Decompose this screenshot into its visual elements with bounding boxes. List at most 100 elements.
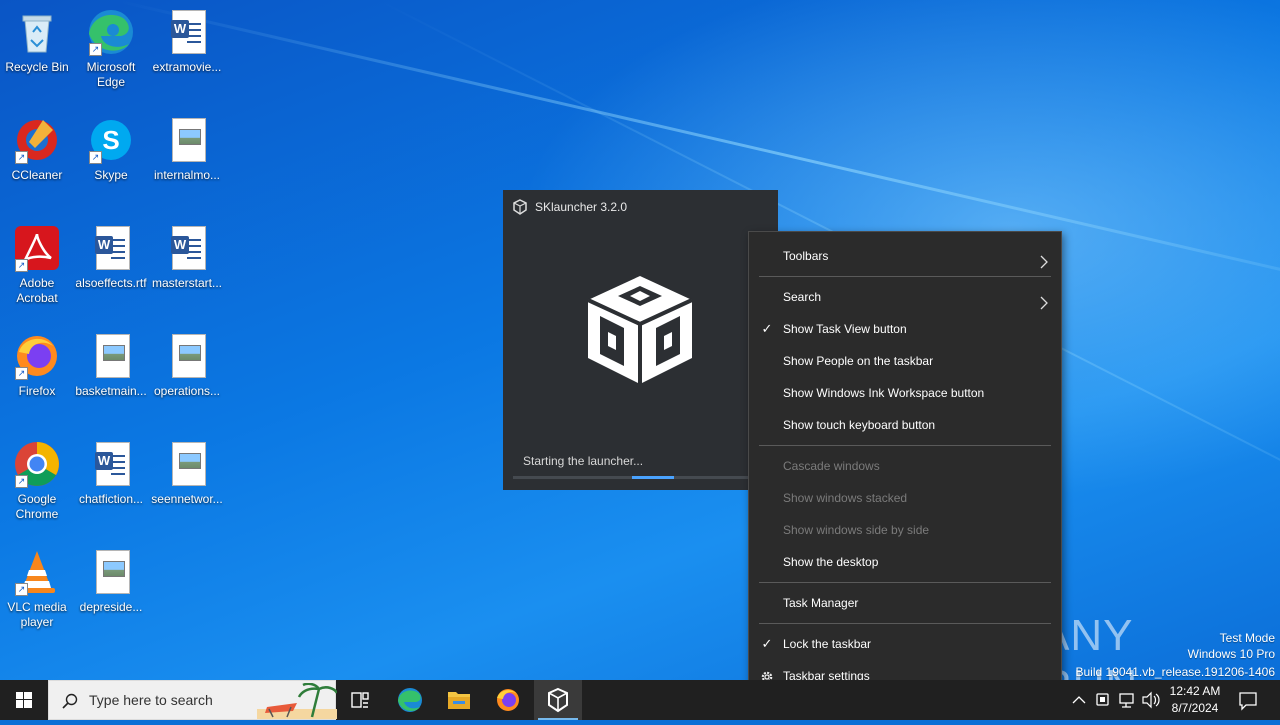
skype-icon: S ↗ — [87, 116, 135, 164]
taskbar-search-box[interactable]: Type here to search — [48, 680, 337, 720]
desktop-icon-extramovie[interactable]: W extramovie... — [150, 8, 224, 75]
menu-item-show-touch-keyboard[interactable]: Show touch keyboard button — [749, 409, 1061, 441]
taskbar-context-menu: Toolbars Search ✓ Show Task View button … — [748, 231, 1062, 703]
desktop-icon-vlc[interactable]: ↗ VLC media player — [0, 548, 74, 630]
desktop-icon-label: Firefox — [18, 384, 56, 398]
menu-item-task-manager[interactable]: Task Manager — [749, 587, 1061, 619]
menu-separator — [759, 445, 1051, 446]
desktop-icon-chatfiction[interactable]: W chatfiction... — [74, 440, 148, 507]
recycle-bin-icon — [13, 8, 61, 56]
word-document-icon: W — [87, 224, 135, 272]
word-document-icon: W — [163, 8, 211, 56]
menu-item-toolbars[interactable]: Toolbars — [749, 240, 1061, 272]
taskbar-edge-button[interactable] — [386, 680, 434, 720]
desktop-icon-depreside[interactable]: depreside... — [74, 548, 148, 615]
menu-item-label: Task Manager — [783, 596, 859, 610]
sklauncher-title: SKlauncher 3.2.0 — [535, 200, 628, 214]
notification-icon — [1239, 692, 1257, 711]
desktop-icon-internalmo[interactable]: internalmo... — [150, 116, 224, 183]
volume-icon — [1142, 691, 1160, 709]
sklauncher-status-text: Starting the launcher... — [523, 454, 644, 468]
desktop-icon-label: extramovie... — [152, 60, 222, 74]
desktop-icon-label: chatfiction... — [78, 492, 144, 506]
menu-separator — [759, 276, 1051, 277]
menu-item-show-windows-side-by-side: Show windows side by side — [749, 514, 1061, 546]
desktop-icon-label: Recycle Bin — [5, 60, 69, 74]
tray-network-button[interactable] — [1116, 680, 1138, 720]
desktop-icon-basketmain[interactable]: basketmain... — [74, 332, 148, 399]
desktop-icon-label: internalmo... — [153, 168, 221, 182]
desktop-icon-label: depreside... — [79, 600, 143, 614]
menu-separator — [759, 582, 1051, 583]
clock-date: 8/7/2024 — [1171, 701, 1219, 715]
menu-item-show-people[interactable]: Show People on the taskbar — [749, 345, 1061, 377]
desktop-icon-microsoft-edge[interactable]: ↗ Microsoft Edge — [74, 8, 148, 90]
taskbar-sklauncher-button[interactable] — [534, 680, 582, 720]
image-file-icon — [87, 548, 135, 596]
clock-time: 12:42 AM — [1169, 684, 1221, 698]
shortcut-arrow-icon: ↗ — [15, 151, 28, 164]
shortcut-arrow-icon: ↗ — [89, 43, 102, 56]
windows-edition-text: Windows 10 Pro — [1187, 647, 1275, 661]
desktop-icon-skype[interactable]: S ↗ Skype — [74, 116, 148, 183]
svg-text:S: S — [102, 125, 119, 155]
checkmark-icon: ✓ — [761, 636, 773, 651]
shortcut-arrow-icon: ↗ — [89, 151, 102, 164]
desktop-icon-seennetwor[interactable]: seennetwor... — [150, 440, 224, 507]
menu-item-lock-the-taskbar[interactable]: ✓ Lock the taskbar — [749, 628, 1061, 660]
sklauncher-splash-window[interactable]: SKlauncher 3.2.0 Starting the launcher..… — [503, 190, 778, 490]
edge-icon — [398, 688, 422, 712]
menu-item-label: Toolbars — [783, 249, 829, 263]
menu-item-show-task-view-button[interactable]: ✓ Show Task View button — [749, 313, 1061, 345]
desktop-icon-ccleaner[interactable]: ↗ CCleaner — [0, 116, 74, 183]
menu-item-search[interactable]: Search — [749, 281, 1061, 313]
menu-item-show-ink-workspace[interactable]: Show Windows Ink Workspace button — [749, 377, 1061, 409]
desktop-icon-label: Microsoft Edge — [86, 60, 136, 89]
desktop-icon-label: operations... — [153, 384, 221, 398]
sklauncher-logo-icon — [512, 199, 528, 215]
desktop-icon-label: Skype — [94, 168, 128, 182]
image-file-icon — [163, 116, 211, 164]
menu-item-label: Show the desktop — [783, 555, 879, 569]
menu-separator — [759, 623, 1051, 624]
desktop-icon-masterstart[interactable]: W masterstart... — [150, 224, 224, 291]
menu-item-show-the-desktop[interactable]: Show the desktop — [749, 546, 1061, 578]
menu-item-label: Search — [783, 290, 822, 304]
sklauncher-cube-logo-icon — [580, 270, 700, 395]
checkmark-icon: ✓ — [761, 321, 773, 336]
chevron-up-icon — [1072, 696, 1086, 704]
taskbar-firefox-button[interactable] — [484, 680, 532, 720]
sklauncher-progress-fill — [632, 476, 674, 479]
desktop-icon-alsoeffects[interactable]: W alsoeffects.rtf — [74, 224, 148, 291]
desktop-icon-operations[interactable]: operations... — [150, 332, 224, 399]
chevron-right-icon — [1037, 290, 1051, 310]
show-hidden-icons-button[interactable] — [1068, 680, 1090, 720]
desktop-icon-label: Adobe Acrobat — [16, 276, 58, 305]
taskbar-clock[interactable]: 12:42 AM 8/7/2024 — [1160, 683, 1230, 717]
desktop-icon-adobe-acrobat[interactable]: ↗ Adobe Acrobat — [0, 224, 74, 306]
task-view-button[interactable] — [336, 680, 384, 720]
desktop-icon-label: seennetwor... — [151, 492, 223, 506]
image-file-icon — [163, 440, 211, 488]
chevron-right-icon — [1037, 249, 1051, 269]
desktop-icon-recycle-bin[interactable]: Recycle Bin — [0, 8, 74, 75]
chrome-icon: ↗ — [13, 440, 61, 488]
test-mode-text: Test Mode — [1219, 631, 1275, 645]
desktop-icon-google-chrome[interactable]: ↗ Google Chrome — [0, 440, 74, 522]
word-document-icon: W — [163, 224, 211, 272]
desktop-icon-label: VLC media player — [7, 600, 67, 629]
start-button[interactable] — [0, 680, 48, 720]
menu-item-label: Show windows side by side — [783, 523, 930, 537]
menu-item-label: Lock the taskbar — [783, 637, 872, 651]
firefox-icon: ↗ — [13, 332, 61, 380]
desktop-icon-firefox[interactable]: ↗ Firefox — [0, 332, 74, 399]
action-center-button[interactable] — [1232, 680, 1264, 720]
vlc-icon: ↗ — [13, 548, 61, 596]
search-icon — [62, 693, 78, 714]
acrobat-icon: ↗ — [13, 224, 61, 272]
tray-device-button[interactable] — [1092, 680, 1114, 720]
windows-logo-icon — [16, 692, 32, 708]
tray-volume-button[interactable] — [1140, 680, 1162, 720]
sklauncher-progress-bar — [513, 476, 768, 479]
taskbar-file-explorer-button[interactable] — [435, 680, 483, 720]
